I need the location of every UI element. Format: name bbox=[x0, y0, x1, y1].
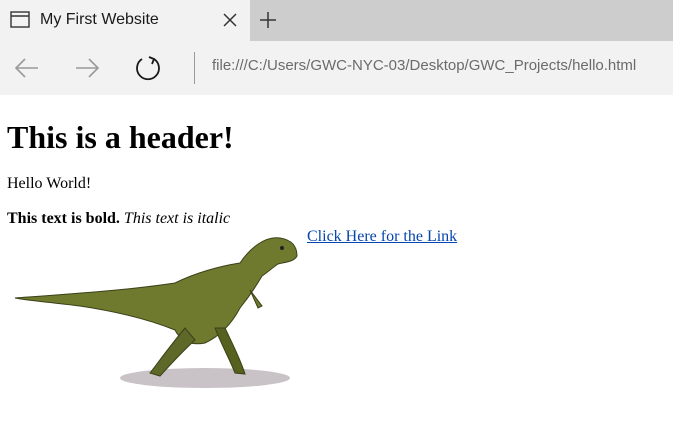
browser-tab[interactable]: My First Website bbox=[0, 0, 250, 41]
forward-arrow-icon[interactable] bbox=[72, 53, 102, 83]
plus-icon[interactable] bbox=[258, 10, 278, 30]
click-here-link[interactable]: Click Here for the Link bbox=[307, 228, 457, 246]
styled-paragraph: This text is bold. This text is italic bbox=[7, 210, 230, 228]
close-icon[interactable] bbox=[220, 10, 240, 30]
back-arrow-icon[interactable] bbox=[12, 53, 42, 83]
page-header: This is a header! bbox=[7, 119, 234, 155]
page-icon bbox=[10, 11, 30, 28]
dinosaur-image bbox=[14, 237, 298, 388]
address-field[interactable]: file:///C:/Users/GWC-NYC-03/Desktop/GWC_… bbox=[212, 57, 636, 74]
page-content: This is a header! Hello World! This text… bbox=[0, 95, 673, 434]
tab-title: My First Website bbox=[40, 11, 159, 28]
address-bar-row: file:///C:/Users/GWC-NYC-03/Desktop/GWC_… bbox=[0, 41, 673, 95]
separator bbox=[194, 52, 195, 84]
tab-strip: My First Website bbox=[0, 0, 673, 41]
italic-text: This text is italic bbox=[123, 210, 231, 227]
refresh-icon[interactable] bbox=[133, 53, 163, 83]
hello-paragraph: Hello World! bbox=[7, 175, 92, 192]
bold-text: This text is bold. bbox=[7, 210, 120, 227]
